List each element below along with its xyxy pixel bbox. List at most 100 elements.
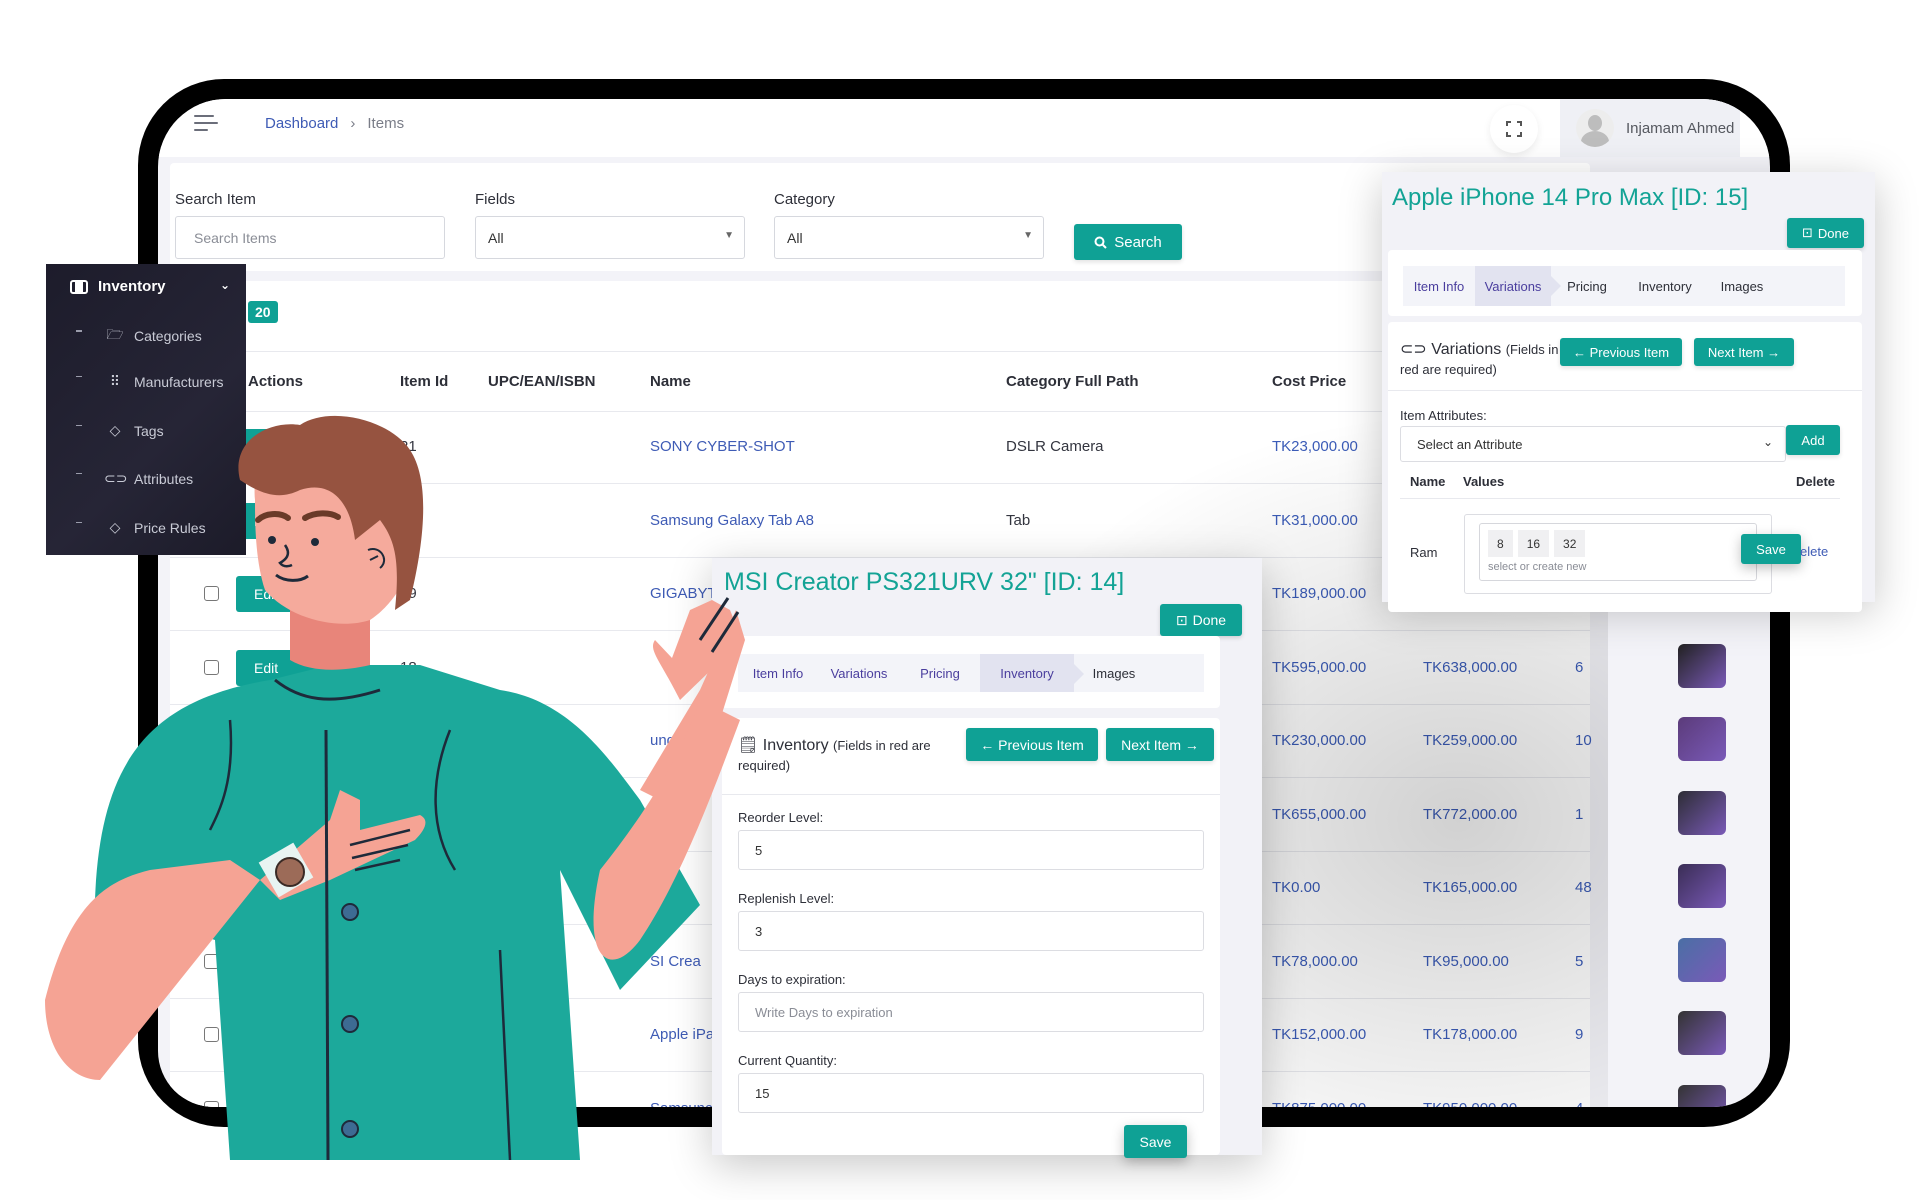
attribute-name: Ram <box>1410 545 1438 560</box>
row-checkbox[interactable] <box>204 586 219 601</box>
category-select[interactable]: All ▼ <box>774 216 1044 259</box>
field-input[interactable]: 15 <box>738 1073 1204 1113</box>
fields-value: All <box>488 229 504 246</box>
row-checkbox[interactable] <box>204 1100 219 1107</box>
value-chip[interactable]: 16 <box>1517 530 1550 557</box>
cell-unit-price: TK178,000.00 <box>1423 1026 1518 1043</box>
cell-name-link[interactable]: SONY CYBER-SHOT <box>650 438 795 455</box>
save-attribute-button[interactable]: Save <box>1741 534 1801 564</box>
cell-item-id: 18 <box>400 658 417 676</box>
edit-button[interactable]: Edit <box>236 649 351 686</box>
cell-cost-price: TK595,000.00 <box>1272 658 1367 676</box>
tab-pricing[interactable]: Pricing <box>900 654 980 692</box>
user-menu[interactable]: Injamam Ahmed <box>1560 99 1740 157</box>
sidebar-item-attributes[interactable]: ⊂⊃ Attributes <box>76 470 193 487</box>
row-checkbox[interactable] <box>204 880 219 895</box>
edit-button[interactable]: Edit <box>236 429 351 465</box>
search-card: Search Item Search Items Fields All ▼ Cat… <box>170 163 1590 271</box>
sidebar-item-label: Price Rules <box>134 519 206 536</box>
column-name: Name <box>1410 474 1446 489</box>
cell-name-link[interactable]: le iPh <box>650 879 688 896</box>
item-count-badge: 20 <box>248 301 278 323</box>
fullscreen-button[interactable] <box>1490 105 1538 153</box>
previous-item-button[interactable]: ← Previous Item <box>966 728 1098 761</box>
value-chip[interactable]: 32 <box>1554 530 1586 557</box>
done-button[interactable]: ⊡ Done <box>1787 218 1864 248</box>
row-checkbox[interactable] <box>204 806 219 822</box>
sidebar-item-manufacturers[interactable]: ⠿ Manufacturers <box>76 373 223 390</box>
edit-button[interactable]: Edit <box>236 1090 351 1107</box>
chevron-down-icon: ⌄ <box>1762 435 1773 449</box>
cell-name-link[interactable]: Samsunc <box>650 1100 713 1108</box>
bullet-dash <box>76 330 82 332</box>
tab-item-info[interactable]: Item Info <box>738 654 818 692</box>
table-divider <box>170 351 1590 352</box>
previous-item-button[interactable]: ← Previous Item <box>1560 338 1682 366</box>
tab-images[interactable]: Images <box>1074 654 1154 692</box>
value-chip[interactable]: 8 <box>1488 530 1513 557</box>
column-header-category: Category Full Path <box>1006 373 1139 390</box>
hamburger-icon[interactable] <box>194 115 218 135</box>
next-item-button[interactable]: Next Item → <box>1106 728 1214 761</box>
field-input[interactable]: 3 <box>738 911 1204 951</box>
search-input[interactable]: Search Items <box>175 216 445 259</box>
values-tag-input[interactable]: 8 16 32 select or create new <box>1479 523 1757 581</box>
edit-button[interactable]: Edit <box>236 502 351 539</box>
delete-attribute-link[interactable]: elete <box>1800 544 1828 559</box>
cell-name-link[interactable]: Apple iPa <box>650 1026 714 1043</box>
product-thumbnail <box>1678 790 1726 835</box>
value-chips: 8 16 32 <box>1488 530 1756 557</box>
tab-variations[interactable]: Variations <box>818 654 900 692</box>
column-header-upc: UPC/EAN/ISBN <box>488 373 596 390</box>
breadcrumb-items: Items <box>367 115 405 132</box>
cell-name-link[interactable]: ung <box>650 732 675 749</box>
edit-button[interactable]: Edit <box>236 943 351 980</box>
cell-quantity: 48 <box>1575 879 1592 896</box>
avatar <box>1576 109 1614 147</box>
add-attribute-button[interactable]: Add <box>1786 425 1840 455</box>
cell-name-link[interactable]: Titan <box>650 806 683 823</box>
edit-button[interactable]: Edit <box>236 576 351 612</box>
cell-name-link[interactable]: SI Crea <box>650 953 701 970</box>
row-checkbox[interactable] <box>204 953 219 969</box>
fields-select[interactable]: All ▼ <box>475 216 745 259</box>
sidebar-section-inventory[interactable]: Inventory ⌄ <box>70 278 230 295</box>
tab-pricing[interactable]: Pricing <box>1551 266 1623 306</box>
cell-item-id: 19 <box>400 585 417 602</box>
edit-button[interactable]: Edit <box>236 796 351 833</box>
divider <box>1388 390 1862 391</box>
sidebar-item-price-rules[interactable]: ◇ Price Rules <box>76 519 206 536</box>
edit-button[interactable]: Edit <box>236 723 351 759</box>
breadcrumb-dashboard[interactable]: Dashboard <box>265 115 338 132</box>
cell-cost-price: TK152,000.00 <box>1272 1026 1367 1043</box>
attribute-select[interactable]: Select an Attribute ⌄ <box>1400 426 1786 462</box>
next-item-button[interactable]: Next Item → <box>1694 338 1794 366</box>
tab-bar: Item Info Variations Pricing Inventory Image… <box>738 654 1204 692</box>
cell-name-link[interactable]: GIGABYT <box>650 585 717 602</box>
sidebar-item-tags[interactable]: ◇ Tags <box>76 422 164 439</box>
tab-inventory[interactable]: Inventory <box>980 654 1084 692</box>
fields-label: Fields <box>475 191 516 208</box>
search-button[interactable]: Search <box>1074 224 1182 260</box>
tab-inventory[interactable]: Inventory <box>1623 266 1707 306</box>
column-header-cost-price: Cost Price <box>1272 373 1347 390</box>
values-wrapper: 8 16 32 select or create new <box>1464 514 1772 594</box>
toggle-icon: ⊂⊃ <box>104 470 128 486</box>
field-input[interactable]: 5 <box>738 830 1204 870</box>
field-input[interactable]: Write Days to expiration <box>738 992 1204 1032</box>
edit-button[interactable]: Edit <box>236 870 351 906</box>
row-checkbox[interactable] <box>204 733 219 748</box>
save-button[interactable]: Save <box>1124 1125 1187 1158</box>
tab-images[interactable]: Images <box>1707 266 1777 306</box>
tab-variations[interactable]: Variations <box>1475 266 1561 306</box>
sidebar-item-categories[interactable]: 🗁 Categories <box>76 324 202 348</box>
cell-name-link[interactable]: Samsung Galaxy Tab A8 <box>650 512 814 529</box>
field-label: Reorder Level: <box>738 810 824 825</box>
done-button[interactable]: ⊡ Done <box>1160 604 1242 636</box>
expand-icon <box>1506 121 1522 137</box>
category-label: Category <box>774 191 835 208</box>
row-checkbox[interactable] <box>204 659 219 675</box>
tab-item-info[interactable]: Item Info <box>1403 266 1475 306</box>
edit-button[interactable]: Edit <box>236 1017 351 1053</box>
row-checkbox[interactable] <box>204 1027 219 1042</box>
